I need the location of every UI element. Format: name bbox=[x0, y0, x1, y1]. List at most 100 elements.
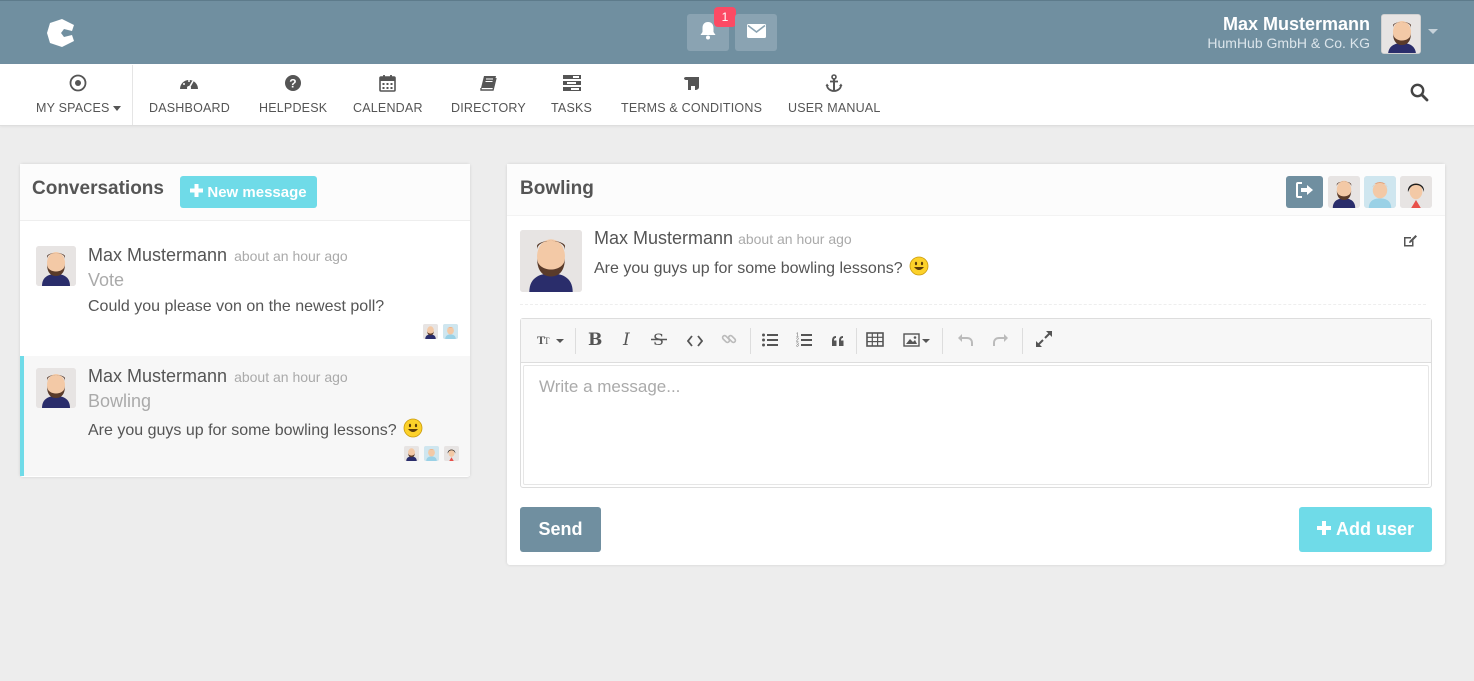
nav-label: TASKS bbox=[551, 101, 593, 115]
message-input[interactable]: Write a message... bbox=[523, 365, 1429, 485]
author-name: Max Mustermann bbox=[88, 366, 228, 386]
code-icon bbox=[686, 332, 704, 351]
leave-conversation-button[interactable] bbox=[1286, 176, 1323, 208]
conversations-title: Conversations bbox=[32, 178, 164, 199]
list-ul-icon bbox=[762, 332, 778, 351]
sign-out-icon bbox=[1295, 182, 1314, 202]
plus-icon bbox=[190, 183, 204, 201]
preview-text: Are you guys up for some bowling lessons… bbox=[88, 421, 397, 439]
preview-text: Could you please von on the newest poll? bbox=[88, 298, 385, 315]
table-icon bbox=[866, 331, 884, 351]
redo-icon bbox=[993, 332, 1009, 351]
nav-label: DIRECTORY bbox=[451, 101, 526, 115]
user-menu[interactable]: Max Mustermann HumHub GmbH & Co. KG bbox=[1207, 14, 1370, 52]
edit-icon[interactable] bbox=[1403, 232, 1418, 251]
humhub-logo[interactable] bbox=[44, 17, 78, 49]
bold-button[interactable]: B bbox=[588, 329, 602, 353]
nav-label: MY SPACES bbox=[36, 101, 110, 115]
code-button[interactable] bbox=[686, 329, 704, 353]
smiley-icon bbox=[403, 418, 423, 443]
conversation-subject: Vote bbox=[88, 270, 125, 290]
caret-down-icon bbox=[112, 106, 121, 112]
undo-button[interactable] bbox=[957, 329, 973, 353]
calendar-icon bbox=[379, 73, 397, 93]
new-message-button[interactable]: New message bbox=[180, 176, 317, 208]
text-height-icon: TT bbox=[537, 333, 565, 350]
redo-button[interactable] bbox=[993, 329, 1009, 353]
nav-helpdesk[interactable]: ? HELPDESK bbox=[259, 64, 327, 126]
nav-directory[interactable]: DIRECTORY bbox=[451, 64, 526, 126]
italic-icon: I bbox=[622, 330, 634, 351]
blockquote-button[interactable] bbox=[831, 329, 845, 353]
conversation-item-bowling[interactable]: Max Mustermann about an hour ago Bowling… bbox=[20, 356, 470, 476]
nav-my-spaces[interactable]: MY SPACES bbox=[36, 64, 121, 126]
numbered-list-button[interactable]: 123 bbox=[796, 329, 812, 353]
send-button[interactable]: Send bbox=[520, 507, 601, 552]
search-icon[interactable] bbox=[1410, 83, 1429, 106]
plus-icon bbox=[1316, 519, 1331, 540]
fullscreen-button[interactable] bbox=[1035, 329, 1053, 353]
avatar bbox=[36, 246, 76, 286]
expand-icon bbox=[1035, 330, 1053, 352]
message-divider bbox=[520, 304, 1426, 305]
toolbar-separator bbox=[942, 328, 943, 354]
nav-terms-conditions[interactable]: TERMS & CONDITIONS bbox=[621, 64, 762, 126]
avatar bbox=[36, 368, 76, 408]
notification-count-badge: 1 bbox=[714, 7, 736, 27]
message-author-avatar[interactable] bbox=[520, 230, 582, 292]
avatar bbox=[443, 324, 458, 339]
add-user-label: Add user bbox=[1335, 519, 1414, 539]
italic-button[interactable]: I bbox=[622, 329, 634, 353]
bold-icon: B bbox=[588, 330, 602, 351]
strikethrough-icon: S bbox=[651, 330, 667, 351]
user-avatar[interactable] bbox=[1381, 14, 1421, 54]
author-name[interactable]: Max Mustermann bbox=[594, 228, 733, 248]
avatar bbox=[423, 324, 438, 339]
tasks-icon bbox=[562, 73, 581, 93]
list-ol-icon: 123 bbox=[796, 332, 812, 351]
conversations-header: Conversations New message bbox=[20, 164, 470, 221]
table-button[interactable] bbox=[866, 329, 884, 353]
scroll-icon bbox=[683, 73, 700, 93]
anchor-icon bbox=[825, 73, 843, 93]
nav-divider bbox=[132, 65, 133, 125]
new-message-label: New message bbox=[207, 183, 307, 201]
text-size-button[interactable]: TT bbox=[537, 329, 565, 353]
add-user-button[interactable]: Add user bbox=[1299, 507, 1432, 552]
nav-label: CALENDAR bbox=[353, 101, 423, 115]
participant-avatar[interactable] bbox=[1328, 176, 1360, 208]
nav-tasks[interactable]: TASKS bbox=[551, 64, 592, 126]
image-icon bbox=[903, 332, 931, 351]
nav-calendar[interactable]: CALENDAR bbox=[353, 64, 423, 126]
message-input-placeholder: Write a message... bbox=[539, 377, 681, 396]
link-button[interactable] bbox=[721, 329, 737, 353]
user-name: Max Mustermann bbox=[1222, 14, 1370, 34]
svg-text:T: T bbox=[544, 336, 550, 346]
conversations-panel: Conversations New message Max Mustermann… bbox=[20, 164, 470, 477]
participant-avatar[interactable] bbox=[1364, 176, 1396, 208]
participant-avatars bbox=[423, 324, 458, 339]
insert-image-button[interactable] bbox=[903, 329, 931, 353]
conversation-time: about an hour ago bbox=[234, 248, 348, 264]
book-icon bbox=[480, 73, 497, 93]
participant-avatar[interactable] bbox=[1400, 176, 1432, 208]
nav-dashboard[interactable]: DASHBOARD bbox=[149, 64, 230, 126]
question-circle-icon: ? bbox=[284, 73, 302, 93]
svg-text:3: 3 bbox=[796, 342, 799, 347]
avatar bbox=[444, 446, 459, 461]
bullet-list-button[interactable] bbox=[762, 329, 778, 353]
svg-text:?: ? bbox=[289, 77, 297, 91]
user-menu-caret-icon[interactable] bbox=[1428, 29, 1438, 34]
main-navigation: MY SPACES DASHBOARD ? HELPDESK CALENDAR … bbox=[0, 64, 1474, 126]
strikethrough-button[interactable]: S bbox=[651, 329, 667, 353]
conversation-panel: Bowling Max Mustermann about an hour ago… bbox=[507, 164, 1445, 565]
nav-user-manual[interactable]: USER MANUAL bbox=[788, 64, 881, 126]
envelope-icon bbox=[746, 23, 766, 42]
messages-button[interactable] bbox=[735, 14, 777, 51]
dashboard-icon bbox=[179, 73, 199, 93]
editor-toolbar: TT B I S 123 bbox=[521, 319, 1431, 363]
target-icon bbox=[69, 73, 87, 93]
conversation-item-vote[interactable]: Max Mustermann about an hour ago Vote Co… bbox=[20, 222, 470, 342]
participant-avatars bbox=[404, 446, 459, 461]
top-bar: 1 Max Mustermann HumHub GmbH & Co. KG bbox=[0, 0, 1474, 64]
